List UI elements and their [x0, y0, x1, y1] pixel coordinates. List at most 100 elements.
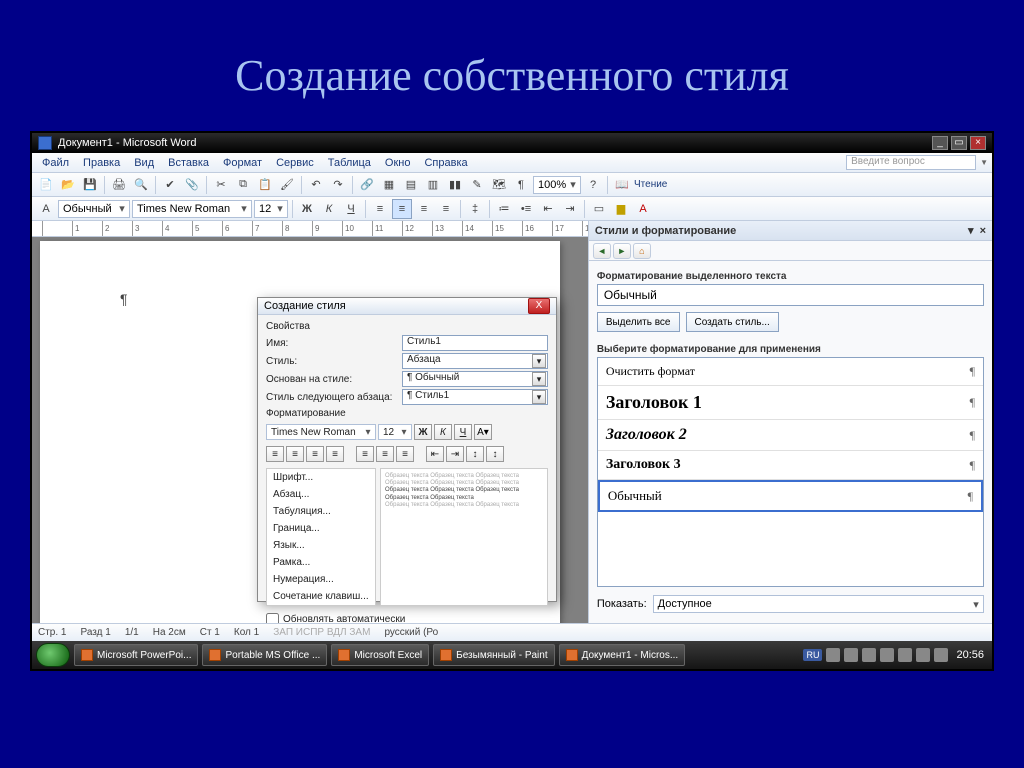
increase-indent-icon[interactable]: ⇥: [560, 199, 580, 219]
menu-tabs[interactable]: Табуляция...: [267, 503, 375, 520]
menu-format[interactable]: Формат: [217, 155, 268, 171]
style-item[interactable]: Очистить формат¶: [598, 358, 983, 386]
dlg-justify-icon[interactable]: ≡: [326, 446, 344, 462]
based-on-combo[interactable]: ¶ Обычный▾: [402, 371, 548, 387]
menu-window[interactable]: Окно: [379, 155, 417, 171]
copy-icon[interactable]: ⧉: [233, 175, 253, 195]
styles-taskpane-icon[interactable]: A: [36, 199, 56, 219]
pane-close-icon[interactable]: ×: [980, 225, 986, 237]
tray-icon[interactable]: [826, 648, 840, 662]
reading-layout-icon[interactable]: 📖: [612, 175, 632, 195]
bold-icon[interactable]: Ж: [297, 199, 317, 219]
highlight-icon[interactable]: ▆: [611, 199, 631, 219]
font-combo[interactable]: Times New Roman▾: [132, 200, 252, 218]
bullets-icon[interactable]: •≡: [516, 199, 536, 219]
menu-numbering[interactable]: Нумерация...: [267, 571, 375, 588]
pane-back-icon[interactable]: ◄: [593, 243, 611, 259]
show-hide-icon[interactable]: ¶: [511, 175, 531, 195]
auto-update-checkbox[interactable]: Обновлять автоматически: [266, 613, 405, 623]
cut-icon[interactable]: ✂: [211, 175, 231, 195]
tray-icon[interactable]: [844, 648, 858, 662]
underline-icon[interactable]: Ч: [341, 199, 361, 219]
drawing-icon[interactable]: ✎: [467, 175, 487, 195]
menu-view[interactable]: Вид: [128, 155, 160, 171]
redo-icon[interactable]: ↷: [328, 175, 348, 195]
insert-table-icon[interactable]: ▤: [401, 175, 421, 195]
style-item[interactable]: Заголовок 3¶: [598, 451, 983, 480]
ask-a-question-box[interactable]: Введите вопрос: [846, 155, 976, 170]
type-combo[interactable]: Абзаца▾: [402, 353, 548, 369]
dlg-linespace1-icon[interactable]: ≡: [356, 446, 374, 462]
dlg-indent-dec-icon[interactable]: ⇤: [426, 446, 444, 462]
dlg-align-center-icon[interactable]: ≡: [286, 446, 304, 462]
show-combo[interactable]: Доступное▾: [653, 595, 984, 613]
menu-shortcut[interactable]: Сочетание клавиш...: [267, 588, 375, 605]
dlg-align-right-icon[interactable]: ≡: [306, 446, 324, 462]
tables-borders-icon[interactable]: ▦: [379, 175, 399, 195]
clock[interactable]: 20:56: [952, 649, 988, 661]
dlg-indent-inc-icon[interactable]: ⇥: [446, 446, 464, 462]
tray-icon[interactable]: [916, 648, 930, 662]
paste-icon[interactable]: 📋: [255, 175, 275, 195]
menu-language[interactable]: Язык...: [267, 537, 375, 554]
tray-icon[interactable]: [934, 648, 948, 662]
save-icon[interactable]: 💾: [80, 175, 100, 195]
close-button[interactable]: ×: [970, 136, 986, 150]
align-center-icon[interactable]: ≡: [392, 199, 412, 219]
borders-icon[interactable]: ▭: [589, 199, 609, 219]
menu-font[interactable]: Шрифт...: [267, 469, 375, 486]
font-color-icon[interactable]: A: [633, 199, 653, 219]
dialog-close-button[interactable]: X: [528, 298, 550, 314]
pane-fwd-icon[interactable]: ►: [613, 243, 631, 259]
document-area[interactable]: ¶ Создание стиля X Свойства Имя: Стиль: [32, 237, 588, 623]
lang-indicator[interactable]: RU: [803, 649, 822, 661]
dialog-titlebar[interactable]: Создание стиля X: [258, 298, 556, 315]
new-doc-icon[interactable]: 📄: [36, 175, 56, 195]
menu-file[interactable]: Файл: [36, 155, 75, 171]
style-combo[interactable]: Обычный▾: [58, 200, 130, 218]
fontsize-combo[interactable]: 12▾: [254, 200, 288, 218]
dlg-fontcolor-icon[interactable]: A▾: [474, 424, 492, 440]
menu-insert[interactable]: Вставка: [162, 155, 215, 171]
next-style-combo[interactable]: ¶ Стиль1▾: [402, 389, 548, 405]
style-list[interactable]: Очистить формат¶Заголовок 1¶Заголовок 2¶…: [597, 357, 984, 587]
align-left-icon[interactable]: ≡: [370, 199, 390, 219]
doc-map-icon[interactable]: 🗺: [489, 175, 509, 195]
justify-icon[interactable]: ≡: [436, 199, 456, 219]
decrease-indent-icon[interactable]: ⇤: [538, 199, 558, 219]
horizontal-ruler[interactable]: 123456789101112131415161718: [32, 221, 588, 237]
dlg-font-combo[interactable]: Times New Roman▾: [266, 424, 376, 440]
menu-help[interactable]: Справка: [418, 155, 473, 171]
dlg-underline-icon[interactable]: Ч: [454, 424, 472, 440]
start-button[interactable]: [36, 643, 70, 667]
taskbar-item[interactable]: Документ1 - Micros...: [559, 644, 686, 666]
dlg-linespace2-icon[interactable]: ≡: [396, 446, 414, 462]
style-item[interactable]: Обычный¶: [598, 480, 983, 512]
style-item[interactable]: Заголовок 2¶: [598, 420, 983, 451]
dlg-space-before-icon[interactable]: ↕: [466, 446, 484, 462]
menu-tools[interactable]: Сервис: [270, 155, 320, 171]
select-all-button[interactable]: Выделить все: [597, 312, 680, 332]
style-item[interactable]: Заголовок 1¶: [598, 386, 983, 420]
reading-label[interactable]: Чтение: [634, 179, 667, 190]
print-icon[interactable]: 🖨: [109, 175, 129, 195]
dlg-align-left-icon[interactable]: ≡: [266, 446, 284, 462]
zoom-combo[interactable]: 100%▾: [533, 176, 581, 194]
dlg-size-combo[interactable]: 12▾: [378, 424, 412, 440]
tray-icon[interactable]: [862, 648, 876, 662]
dlg-linespace15-icon[interactable]: ≡: [376, 446, 394, 462]
dlg-space-after-icon[interactable]: ↕: [486, 446, 504, 462]
taskbar-item[interactable]: Microsoft Excel: [331, 644, 429, 666]
menu-border[interactable]: Граница...: [267, 520, 375, 537]
selected-fmt-value[interactable]: Обычный: [597, 284, 984, 306]
align-right-icon[interactable]: ≡: [414, 199, 434, 219]
minimize-button[interactable]: _: [932, 136, 948, 150]
tray-icon[interactable]: [898, 648, 912, 662]
pane-home-icon[interactable]: ⌂: [633, 243, 651, 259]
help-icon[interactable]: ?: [583, 175, 603, 195]
italic-icon[interactable]: К: [319, 199, 339, 219]
taskbar-item[interactable]: Portable MS Office ...: [202, 644, 327, 666]
menu-table[interactable]: Таблица: [322, 155, 377, 171]
undo-icon[interactable]: ↶: [306, 175, 326, 195]
menu-frame[interactable]: Рамка...: [267, 554, 375, 571]
